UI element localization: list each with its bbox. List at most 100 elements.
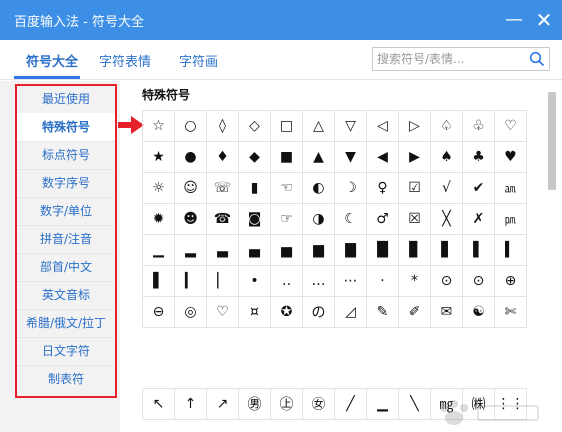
- symbol-cell[interactable]: ☺: [174, 172, 207, 204]
- symbol-cell[interactable]: ✄: [494, 296, 527, 328]
- symbol-cell[interactable]: ◑: [302, 203, 335, 235]
- symbol-cell[interactable]: ╳: [430, 203, 463, 235]
- symbol-cell[interactable]: ◊: [206, 110, 239, 142]
- symbol-cell[interactable]: ▁: [366, 388, 399, 420]
- search-box[interactable]: [372, 47, 550, 71]
- symbol-cell[interactable]: ✉: [430, 296, 463, 328]
- symbol-cell[interactable]: ◙: [238, 203, 271, 235]
- symbol-cell[interactable]: •: [238, 265, 271, 297]
- symbol-cell[interactable]: △: [302, 110, 335, 142]
- search-icon[interactable]: [529, 51, 545, 67]
- symbol-cell[interactable]: の: [302, 296, 335, 328]
- symbol-cell[interactable]: ◎: [174, 296, 207, 328]
- symbol-cell[interactable]: ▇: [334, 234, 367, 266]
- symbol-cell[interactable]: ♀: [366, 172, 399, 204]
- symbol-cell[interactable]: ▏: [206, 265, 239, 297]
- symbol-cell[interactable]: ▄: [238, 234, 271, 266]
- symbol-cell[interactable]: ⊖: [142, 296, 175, 328]
- symbol-cell[interactable]: ↗: [206, 388, 239, 420]
- symbol-cell[interactable]: ¤: [238, 296, 271, 328]
- symbol-cell[interactable]: ☆: [142, 110, 175, 142]
- tab-symbols[interactable]: 符号大全: [26, 51, 78, 70]
- symbol-cell[interactable]: ㊤: [270, 388, 303, 420]
- symbol-cell[interactable]: ☒: [398, 203, 431, 235]
- symbol-cell[interactable]: ♤: [430, 110, 463, 142]
- symbol-cell[interactable]: ·: [366, 265, 399, 297]
- symbol-cell[interactable]: ╲: [398, 388, 431, 420]
- symbol-cell[interactable]: ▅: [270, 234, 303, 266]
- symbol-cell[interactable]: ◆: [238, 141, 271, 173]
- symbol-cell[interactable]: ☏: [206, 172, 239, 204]
- symbol-cell[interactable]: ↑: [174, 388, 207, 420]
- symbol-cell[interactable]: ☞: [270, 203, 303, 235]
- symbol-cell[interactable]: ▮: [238, 172, 271, 204]
- symbol-cell[interactable]: ▋: [430, 234, 463, 266]
- symbol-cell[interactable]: ㏂: [494, 172, 527, 204]
- symbol-cell[interactable]: ▍: [494, 234, 527, 266]
- symbol-cell[interactable]: ⋯: [334, 265, 367, 297]
- symbol-cell[interactable]: ♣: [462, 141, 495, 173]
- symbol-cell[interactable]: *: [398, 265, 431, 297]
- close-button[interactable]: ✕: [530, 6, 558, 34]
- symbol-cell[interactable]: ⊙: [462, 265, 495, 297]
- symbol-cell[interactable]: ▷: [398, 110, 431, 142]
- symbol-cell[interactable]: ◇: [238, 110, 271, 142]
- symbol-cell[interactable]: ▌: [462, 234, 495, 266]
- symbol-cell[interactable]: ☎: [206, 203, 239, 235]
- symbol-cell[interactable]: ↖: [142, 388, 175, 420]
- symbol-cell[interactable]: ◐: [302, 172, 335, 204]
- symbol-cell[interactable]: ★: [142, 141, 175, 173]
- symbol-cell[interactable]: ♧: [462, 110, 495, 142]
- tab-emoticons[interactable]: 字符表情: [99, 51, 151, 70]
- symbol-cell[interactable]: ⊙: [430, 265, 463, 297]
- symbol-cell[interactable]: ㊛: [302, 388, 335, 420]
- symbol-cell[interactable]: ◿: [334, 296, 367, 328]
- symbol-cell[interactable]: ○: [174, 110, 207, 142]
- symbol-cell[interactable]: ♂: [366, 203, 399, 235]
- symbol-cell[interactable]: ☻: [174, 203, 207, 235]
- symbol-cell[interactable]: ▆: [302, 234, 335, 266]
- symbol-cell[interactable]: ☑: [398, 172, 431, 204]
- symbol-cell[interactable]: ▌: [142, 265, 175, 297]
- symbol-cell[interactable]: ■: [270, 141, 303, 173]
- search-input[interactable]: [377, 50, 525, 68]
- symbol-cell[interactable]: ✹: [142, 203, 175, 235]
- symbol-cell[interactable]: ◁: [366, 110, 399, 142]
- symbol-cell[interactable]: ♡: [206, 296, 239, 328]
- symbol-cell[interactable]: ▎: [174, 265, 207, 297]
- symbol-cell[interactable]: ♦: [206, 141, 239, 173]
- symbol-cell[interactable]: ㏘: [494, 203, 527, 235]
- symbol-cell[interactable]: ♠: [430, 141, 463, 173]
- symbol-cell[interactable]: ╱: [334, 388, 367, 420]
- symbol-cell[interactable]: ㊚: [238, 388, 271, 420]
- symbol-cell[interactable]: ▁: [142, 234, 175, 266]
- symbol-cell[interactable]: ▃: [206, 234, 239, 266]
- symbol-cell[interactable]: …: [302, 265, 335, 297]
- symbol-cell[interactable]: ✪: [270, 296, 303, 328]
- symbol-cell[interactable]: ✔: [462, 172, 495, 204]
- symbol-cell[interactable]: ✗: [462, 203, 495, 235]
- symbol-cell[interactable]: ◀: [366, 141, 399, 173]
- symbol-cell[interactable]: ♡: [494, 110, 527, 142]
- symbol-cell[interactable]: ▶: [398, 141, 431, 173]
- symbol-cell[interactable]: █: [366, 234, 399, 266]
- tab-ascii-art[interactable]: 字符画: [179, 51, 218, 70]
- symbol-cell[interactable]: ●: [174, 141, 207, 173]
- symbol-cell[interactable]: ▼: [334, 141, 367, 173]
- scrollbar-thumb[interactable]: [548, 92, 556, 190]
- symbol-cell[interactable]: ♥: [494, 141, 527, 173]
- symbol-cell[interactable]: ☯: [462, 296, 495, 328]
- minimize-button[interactable]: —: [500, 6, 528, 34]
- symbol-cell[interactable]: ▽: [334, 110, 367, 142]
- symbol-cell[interactable]: ✎: [366, 296, 399, 328]
- symbol-cell[interactable]: □: [270, 110, 303, 142]
- symbol-cell[interactable]: ☼: [142, 172, 175, 204]
- symbol-cell[interactable]: ▂: [174, 234, 207, 266]
- symbol-cell[interactable]: ✐: [398, 296, 431, 328]
- symbol-cell[interactable]: ☾: [334, 203, 367, 235]
- symbol-cell[interactable]: ☽: [334, 172, 367, 204]
- symbol-cell[interactable]: ‥: [270, 265, 303, 297]
- symbol-cell[interactable]: ☜: [270, 172, 303, 204]
- symbol-cell[interactable]: √: [430, 172, 463, 204]
- symbol-cell[interactable]: ▊: [398, 234, 431, 266]
